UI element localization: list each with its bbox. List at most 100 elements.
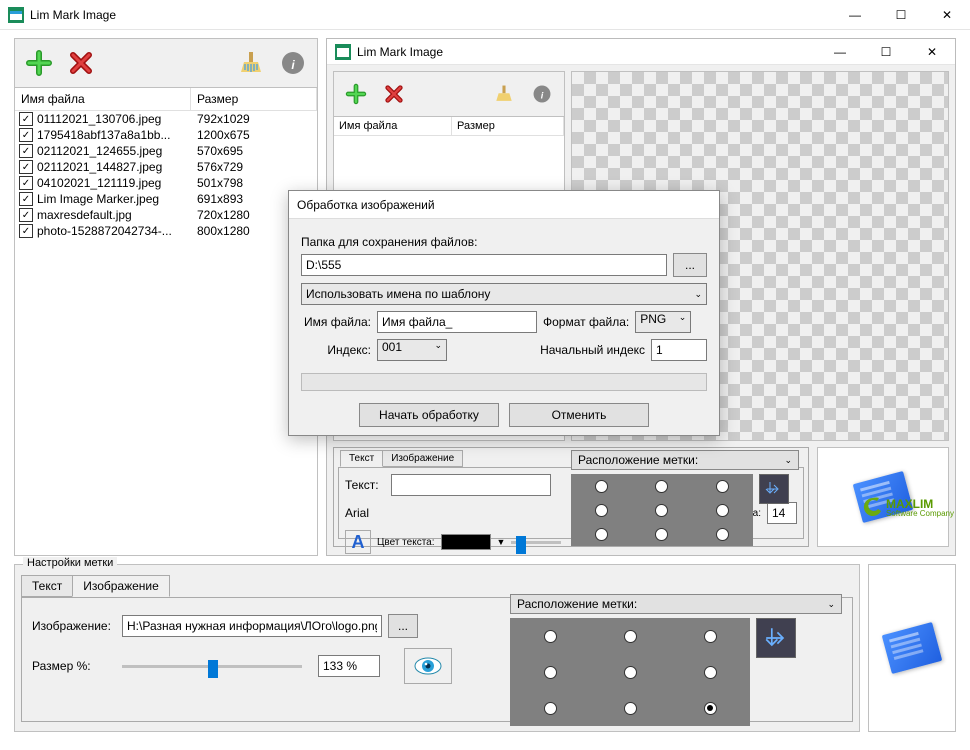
dialog-title: Обработка изображений bbox=[289, 191, 719, 219]
row-checkbox[interactable]: ✓ bbox=[19, 224, 33, 238]
file-row[interactable]: ✓ 01112021_130706.jpeg792x1029 bbox=[15, 111, 317, 127]
file-size: 691x893 bbox=[197, 192, 243, 206]
pos-radio[interactable] bbox=[624, 630, 637, 643]
naming-mode-select[interactable]: Использовать имена по шаблону⌄ bbox=[301, 283, 707, 305]
pos-radio[interactable] bbox=[544, 666, 557, 679]
pos-radio[interactable] bbox=[704, 630, 717, 643]
offset-button[interactable] bbox=[759, 474, 789, 504]
pos-radio[interactable] bbox=[704, 702, 717, 715]
child-title: Lim Mark Image bbox=[357, 45, 817, 59]
minimize-button[interactable]: — bbox=[832, 0, 878, 30]
child-close-button[interactable]: ✕ bbox=[909, 37, 955, 67]
clean-button[interactable] bbox=[486, 76, 522, 112]
index-select[interactable]: 001⌄ bbox=[377, 339, 447, 361]
tab-image[interactable]: Изображение bbox=[382, 450, 463, 467]
position-grid bbox=[510, 618, 750, 726]
image-path-input[interactable] bbox=[122, 615, 382, 637]
pos-radio[interactable] bbox=[655, 504, 668, 517]
position-combo[interactable]: Расположение метки:⌄ bbox=[571, 450, 799, 470]
row-checkbox[interactable]: ✓ bbox=[19, 144, 33, 158]
tab-image[interactable]: Изображение bbox=[72, 575, 170, 597]
save-folder-input[interactable] bbox=[301, 254, 667, 276]
pos-radio[interactable] bbox=[704, 666, 717, 679]
outer-preview-thumb bbox=[868, 564, 956, 732]
opacity-slider[interactable] bbox=[516, 536, 526, 554]
pos-radio[interactable] bbox=[595, 480, 608, 493]
pos-radio[interactable] bbox=[595, 528, 608, 541]
start-index-input[interactable] bbox=[651, 339, 707, 361]
tab-text[interactable]: Текст bbox=[340, 450, 383, 467]
position-grid bbox=[571, 474, 753, 546]
pos-radio[interactable] bbox=[716, 528, 729, 541]
filename-input[interactable] bbox=[377, 311, 537, 333]
remove-file-button[interactable] bbox=[61, 43, 101, 83]
row-checkbox[interactable]: ✓ bbox=[19, 192, 33, 206]
pos-radio[interactable] bbox=[544, 702, 557, 715]
remove-file-button[interactable] bbox=[376, 76, 412, 112]
file-row[interactable]: ✓Lim Image Marker.jpeg691x893 bbox=[15, 191, 317, 207]
row-checkbox[interactable]: ✓ bbox=[19, 128, 33, 142]
tab-text[interactable]: Текст bbox=[21, 575, 73, 597]
brand-icon bbox=[862, 496, 884, 518]
file-name: 02112021_144827.jpeg bbox=[37, 160, 197, 174]
pos-radio[interactable] bbox=[716, 480, 729, 493]
file-list-header: Имя файла Размер bbox=[15, 88, 317, 111]
pos-radio[interactable] bbox=[655, 480, 668, 493]
size-slider[interactable] bbox=[208, 660, 218, 678]
col-size[interactable]: Размер bbox=[191, 88, 317, 110]
add-file-button[interactable] bbox=[19, 43, 59, 83]
file-name: 01112021_130706.jpeg bbox=[37, 112, 197, 126]
position-combo[interactable]: Расположение метки:⌄ bbox=[510, 594, 842, 614]
cancel-button[interactable]: Отменить bbox=[509, 403, 649, 427]
preview-button[interactable] bbox=[404, 648, 452, 684]
start-button[interactable]: Начать обработку bbox=[359, 403, 499, 427]
maximize-button[interactable]: ☐ bbox=[878, 0, 924, 30]
row-checkbox[interactable]: ✓ bbox=[19, 176, 33, 190]
col-name[interactable]: Имя файла bbox=[15, 88, 191, 110]
pos-radio[interactable] bbox=[624, 702, 637, 715]
font-picker-button[interactable]: A bbox=[345, 530, 371, 554]
child-minimize-button[interactable]: — bbox=[817, 37, 863, 67]
child-maximize-button[interactable]: ☐ bbox=[863, 37, 909, 67]
pos-radio[interactable] bbox=[655, 528, 668, 541]
offset-button[interactable] bbox=[756, 618, 796, 658]
inner-settings: Текст Изображение Текст: Arial Размер шр… bbox=[333, 447, 809, 547]
info-button[interactable]: i bbox=[273, 43, 313, 83]
file-size: 800x1280 bbox=[197, 224, 250, 238]
col-name[interactable]: Имя файла bbox=[334, 117, 452, 135]
color-label: Цвет текста: bbox=[377, 537, 435, 548]
col-size[interactable]: Размер bbox=[452, 117, 564, 135]
file-size: 792x1029 bbox=[197, 112, 250, 126]
pos-radio[interactable] bbox=[624, 666, 637, 679]
pos-radio[interactable] bbox=[716, 504, 729, 517]
add-file-button[interactable] bbox=[338, 76, 374, 112]
info-button[interactable]: i bbox=[524, 76, 560, 112]
file-name: photo-1528872042734-... bbox=[37, 224, 197, 238]
file-row[interactable]: ✓ 1795418abf137a8a1bb...1200x675 bbox=[15, 127, 317, 143]
app-icon bbox=[335, 44, 351, 60]
file-row[interactable]: ✓maxresdefault.jpg720x1280 bbox=[15, 207, 317, 223]
browse-button[interactable]: ... bbox=[673, 253, 707, 277]
file-name: maxresdefault.jpg bbox=[37, 208, 197, 222]
file-size: 576x729 bbox=[197, 160, 243, 174]
file-row[interactable]: ✓ 02112021_144827.jpeg576x729 bbox=[15, 159, 317, 175]
file-row[interactable]: ✓ photo-1528872042734-...800x1280 bbox=[15, 223, 317, 239]
file-size: 1200x675 bbox=[197, 128, 250, 142]
format-select[interactable]: PNG⌄ bbox=[635, 311, 691, 333]
color-picker[interactable] bbox=[441, 534, 491, 550]
image-browse-button[interactable]: ... bbox=[388, 614, 418, 638]
save-folder-label: Папка для сохранения файлов: bbox=[301, 235, 707, 249]
pos-radio[interactable] bbox=[595, 504, 608, 517]
row-checkbox[interactable]: ✓ bbox=[19, 208, 33, 222]
processing-dialog: Обработка изображений Папка для сохранен… bbox=[288, 190, 720, 436]
file-row[interactable]: ✓04102021_121119.jpeg501x798 bbox=[15, 175, 317, 191]
row-checkbox[interactable]: ✓ bbox=[19, 112, 33, 126]
size-value-input[interactable] bbox=[318, 655, 380, 677]
pos-radio[interactable] bbox=[544, 630, 557, 643]
file-name: 1795418abf137a8a1bb... bbox=[37, 128, 197, 142]
row-checkbox[interactable]: ✓ bbox=[19, 160, 33, 174]
text-input[interactable] bbox=[391, 474, 551, 496]
clean-button[interactable] bbox=[231, 43, 271, 83]
close-button[interactable]: ✕ bbox=[924, 0, 970, 30]
file-row[interactable]: ✓02112021_124655.jpeg570x695 bbox=[15, 143, 317, 159]
